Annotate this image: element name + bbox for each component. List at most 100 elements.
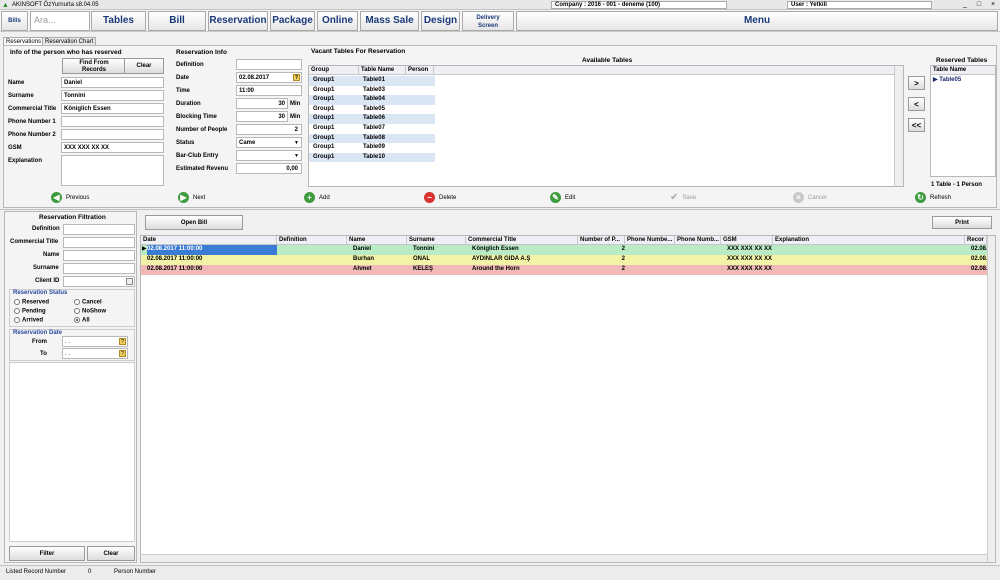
next-label: Next bbox=[193, 194, 206, 201]
previous-action[interactable]: ◀ Previous bbox=[51, 192, 89, 203]
time-field[interactable]: 11:00 bbox=[236, 85, 302, 96]
find-from-records-button[interactable]: Find From Records bbox=[62, 58, 126, 74]
search-input[interactable]: Ara... bbox=[30, 11, 90, 31]
status-all-radio[interactable]: All bbox=[74, 317, 90, 324]
bills-button[interactable]: Bills bbox=[1, 11, 28, 31]
move-right-button[interactable]: > bbox=[908, 76, 925, 90]
col-definition[interactable]: Definition bbox=[277, 236, 347, 245]
col-record[interactable]: Recor bbox=[965, 236, 987, 245]
status-select[interactable]: Came ▼ bbox=[236, 137, 302, 148]
available-table-row[interactable]: Group1 Table01 bbox=[309, 76, 435, 86]
status-reserved-radio[interactable]: Reserved bbox=[14, 299, 49, 306]
col-reserved-table-name[interactable]: Table Name bbox=[931, 66, 995, 75]
bar-club-entry-select[interactable]: ▼ bbox=[236, 150, 302, 161]
menu-button[interactable]: Menu bbox=[516, 11, 998, 31]
menu-reservation-button[interactable]: Reservation bbox=[208, 11, 268, 31]
reservation-row[interactable]: 02.08.2017 11:00:00 Daniel Tonnini Königlic… bbox=[141, 245, 987, 255]
next-action[interactable]: ▶ Next bbox=[178, 192, 205, 203]
filter-title: Reservation Filtration bbox=[39, 214, 106, 221]
col-name[interactable]: Name bbox=[347, 236, 407, 245]
status-arrived-radio[interactable]: Arrived bbox=[14, 317, 43, 324]
from-label: From bbox=[32, 339, 47, 345]
surname-field[interactable]: Tonnini bbox=[61, 90, 164, 101]
from-date-field[interactable]: . . ? bbox=[62, 336, 128, 347]
duration-field[interactable]: 30 bbox=[236, 98, 288, 109]
filter-name-field[interactable] bbox=[63, 250, 135, 261]
col-number-of-people[interactable]: Number of P... bbox=[578, 236, 625, 245]
list-vertical-scrollbar[interactable] bbox=[987, 236, 995, 562]
filter-client-id-field[interactable] bbox=[63, 276, 135, 287]
reserved-row[interactable]: ▶ Table05 bbox=[933, 76, 961, 83]
status-cancel-radio[interactable]: Cancel bbox=[74, 299, 102, 306]
minimize-button[interactable]: _ bbox=[959, 0, 971, 9]
explanation-field[interactable] bbox=[61, 155, 164, 186]
col-person[interactable]: Person bbox=[406, 66, 434, 75]
vertical-scrollbar[interactable] bbox=[894, 66, 903, 186]
phone1-field[interactable] bbox=[61, 116, 164, 127]
available-table-row[interactable]: Group1 Table10 bbox=[309, 152, 435, 163]
save-action[interactable]: ✔ Save bbox=[670, 192, 696, 203]
cancel-action[interactable]: × Cancel bbox=[793, 192, 827, 203]
date-field[interactable]: 02.08.2017 ? bbox=[236, 72, 302, 83]
filter-clear-button[interactable]: Clear bbox=[87, 546, 135, 561]
name-field[interactable]: Daniel bbox=[61, 77, 164, 88]
reservation-row[interactable]: 02.08.2017 11:00:00 Ahmet KELEŞ Around the … bbox=[141, 265, 987, 275]
blocking-time-field[interactable]: 30 bbox=[236, 111, 288, 122]
gsm-field[interactable]: XXX XXX XX XX bbox=[61, 142, 164, 153]
col-phone-number-1[interactable]: Phone Numbe... bbox=[625, 236, 675, 245]
available-table-row[interactable]: Group1 Table03 bbox=[309, 85, 435, 96]
menu-delivery-screen-button[interactable]: Delivery Screen bbox=[462, 11, 514, 31]
col-date[interactable]: Date bbox=[141, 236, 277, 245]
menu-bill-button[interactable]: Bill bbox=[148, 11, 206, 31]
menu-mass-sale-button[interactable]: Mass Sale bbox=[360, 11, 419, 31]
menu-online-button[interactable]: Online bbox=[317, 11, 358, 31]
status-pending-radio[interactable]: Pending bbox=[14, 308, 46, 315]
move-left-button[interactable]: < bbox=[908, 97, 925, 111]
cell-group: Group1 bbox=[313, 115, 335, 122]
status-noshow-radio[interactable]: NoShow bbox=[74, 308, 106, 315]
available-table-row[interactable]: Group1 Table07 bbox=[309, 124, 435, 134]
available-table-row[interactable]: Group1 Table06 bbox=[309, 114, 435, 124]
delivery-label-line2: Screen bbox=[477, 23, 498, 29]
lookup-icon[interactable] bbox=[126, 278, 133, 285]
menu-tables-button[interactable]: Tables bbox=[91, 11, 146, 31]
number-of-people-field[interactable]: 2 bbox=[236, 124, 302, 135]
col-table-name[interactable]: Table Name bbox=[359, 66, 406, 75]
reservation-row[interactable]: 02.08.2017 11:00:00 Burhan ÖNAL AYDINLAR GI… bbox=[141, 255, 987, 265]
to-date-field[interactable]: . . ? bbox=[62, 348, 128, 359]
calendar-icon[interactable]: ? bbox=[293, 74, 300, 81]
filter-definition-field[interactable] bbox=[63, 224, 135, 235]
filter-button[interactable]: Filter bbox=[9, 546, 85, 561]
menu-package-button[interactable]: Package bbox=[270, 11, 315, 31]
col-gsm[interactable]: GSM bbox=[721, 236, 773, 245]
delete-action[interactable]: − Delete bbox=[424, 192, 456, 203]
calendar-icon[interactable]: ? bbox=[119, 350, 126, 357]
col-phone-number-2[interactable]: Phone Numb... bbox=[675, 236, 721, 245]
move-all-left-button[interactable]: << bbox=[908, 118, 925, 132]
refresh-action[interactable]: ↻ Refresh bbox=[915, 192, 951, 203]
available-table-row[interactable]: Group1 Table08 bbox=[309, 133, 435, 144]
menu-design-button[interactable]: Design bbox=[421, 11, 460, 31]
phone2-field[interactable] bbox=[61, 129, 164, 140]
filter-surname-field[interactable] bbox=[63, 263, 135, 274]
filter-commercial-title-field[interactable] bbox=[63, 237, 135, 248]
available-table-row[interactable]: Group1 Table05 bbox=[309, 104, 435, 115]
maximize-button[interactable]: □ bbox=[973, 0, 985, 9]
available-table-row[interactable]: Group1 Table04 bbox=[309, 95, 435, 105]
calendar-icon[interactable]: ? bbox=[119, 338, 126, 345]
definition-field[interactable] bbox=[236, 59, 302, 70]
col-commercial-title[interactable]: Commercial Title bbox=[466, 236, 578, 245]
col-explanation[interactable]: Explanation bbox=[773, 236, 965, 245]
add-action[interactable]: + Add bbox=[304, 192, 330, 203]
close-button[interactable]: × bbox=[987, 0, 999, 9]
available-table-row[interactable]: Group1 Table09 bbox=[309, 143, 435, 153]
list-horizontal-scrollbar[interactable] bbox=[141, 554, 987, 562]
open-bill-button[interactable]: Open Bill bbox=[145, 215, 243, 230]
col-surname[interactable]: Surname bbox=[407, 236, 466, 245]
clear-person-button[interactable]: Clear bbox=[124, 58, 164, 74]
edit-action[interactable]: ✎ Edit bbox=[550, 192, 575, 203]
print-button[interactable]: Print bbox=[932, 216, 992, 229]
col-group[interactable]: Group bbox=[309, 66, 359, 75]
estimated-revenue-field[interactable]: 0,00 bbox=[236, 163, 302, 174]
commercial-title-field[interactable]: Königlich Essen bbox=[61, 103, 164, 114]
